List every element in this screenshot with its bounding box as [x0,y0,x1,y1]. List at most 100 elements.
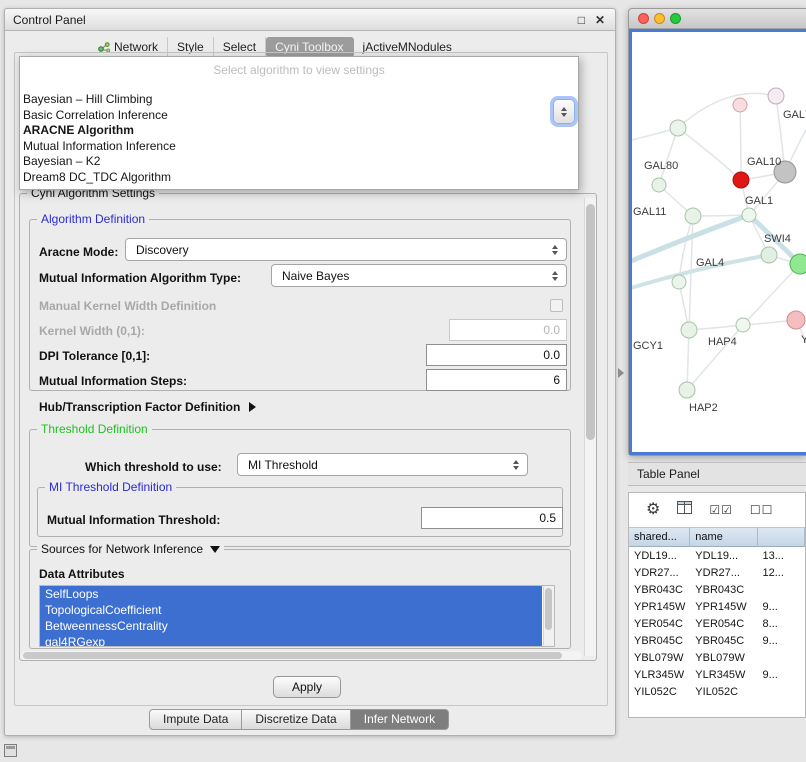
algorithm-option-aracne-algorithm[interactable]: ARACNE Algorithm [20,123,578,139]
network-node[interactable] [672,275,686,289]
aracne-mode-label: Aracne Mode: [39,243,118,261]
window-title: Control Panel [13,13,86,27]
settings-scrollbar[interactable] [584,198,596,656]
table-header-row: shared...name [629,527,805,547]
table-cell: YIL052C [629,686,690,698]
dpi-tolerance-field[interactable]: 0.0 [426,344,567,366]
which-threshold-value: MI Threshold [238,458,508,472]
bottom-tab-infer-network[interactable]: Infer Network [351,709,449,730]
network-node[interactable] [679,382,695,398]
algorithm-option-mutual-information-inference[interactable]: Mutual Information Inference [20,139,578,155]
hub-section-toggle[interactable]: Hub/Transcription Factor Definition [39,400,256,414]
network-node[interactable] [790,254,806,274]
manual-kernel-width-checkbox[interactable] [550,299,563,312]
network-node[interactable] [787,311,805,329]
bottom-tab-impute-data[interactable]: Impute Data [149,709,242,730]
network-edge [687,330,689,390]
mi-threshold-field[interactable]: 0.5 [421,507,563,529]
network-window-titlebar[interactable] [629,9,806,29]
table-row[interactable]: YDL19...YDL19...13... [629,547,805,564]
mi-steps-field[interactable]: 6 [426,369,567,391]
table-row[interactable]: YER054CYER054C8... [629,615,805,632]
network-node[interactable] [670,120,686,136]
close-traffic-light[interactable] [638,13,649,24]
scrollbar-thumb[interactable] [586,204,595,440]
bottom-tab-discretize-data[interactable]: Discretize Data [242,709,350,730]
columns-icon[interactable] [677,501,692,519]
restore-panel-icon[interactable] [4,744,17,757]
table-row[interactable]: YBR045CYBR045C9... [629,632,805,649]
algorithm-dropdown-popup: Select algorithm to view settings Bayesi… [19,56,579,190]
algorithm-combo-button[interactable] [553,99,575,124]
data-attributes-label: Data Attributes [39,565,125,583]
network-canvas[interactable]: GAL80GAL10GAL11GAL1SWI4GAL4GCY1HAP4HAP2G… [629,29,806,455]
table-row[interactable]: YIL052CYIL052C [629,683,805,700]
attributes-scrollbar[interactable] [543,586,554,646]
table-row[interactable]: YBL079WYBL079W [629,649,805,666]
scrollbar-thumb[interactable] [545,588,552,630]
algorithm-option-dream8-dc-tdc-algorithm[interactable]: Dream8 DC_TDC Algorithm [20,170,578,186]
deselect-all-rows-icon[interactable]: ☐☐ [750,503,774,517]
mi-threshold-value: 0.5 [539,511,556,525]
network-node[interactable] [733,98,747,112]
gear-icon[interactable]: ⚙ [646,502,660,518]
network-node[interactable] [736,318,750,332]
aracne-mode-value: Discovery [126,243,547,257]
table-row[interactable]: YBR043CYBR043C [629,581,805,598]
kernel-width-value: 0.0 [543,323,560,337]
table-panel-title: Table Panel [637,467,700,481]
mi-algorithm-type-label: Mutual Information Algorithm Type: [39,269,241,287]
table-cell: YBR043C [690,584,757,596]
table-cell: YDL19... [629,550,690,562]
column-header-shared[interactable]: shared... [629,527,690,547]
apply-button[interactable]: Apply [273,676,341,698]
attribute-item-betweennesscentrality[interactable]: BetweennessCentrality [40,618,542,634]
table-row[interactable]: YPR145WYPR145W9... [629,598,805,615]
dpi-tolerance-label: DPI Tolerance [0,1]: [39,347,150,365]
attribute-item-topologicalcoefficient[interactable]: TopologicalCoefficient [40,602,542,618]
which-threshold-label: Which threshold to use: [85,458,222,476]
algorithm-option-bayesian-hill-climbing[interactable]: Bayesian – Hill Climbing [20,92,578,108]
network-node[interactable] [652,178,666,192]
network-node[interactable] [742,208,756,222]
network-node[interactable] [733,172,749,188]
network-node[interactable] [681,322,697,338]
attribute-item-gal4rgexp[interactable]: gal4RGexp [40,634,542,647]
zoom-traffic-light[interactable] [670,13,681,24]
network-node[interactable] [685,208,701,224]
table-cell: 12... [758,567,805,579]
panel-splitter-handle[interactable] [618,368,624,378]
select-all-rows-icon[interactable]: ☑☑ [709,503,733,517]
aracne-mode-select[interactable]: Discovery [125,238,567,261]
sources-group-title[interactable]: Sources for Network Inference [37,543,224,555]
table-body: YDL19...YDL19...13...YDR27...YDR27...12.… [629,547,805,717]
table-row[interactable]: YDR27...YDR27...12... [629,564,805,581]
hscrollbar-thumb[interactable] [23,652,562,659]
table-cell: 13... [758,550,805,562]
minimize-traffic-light[interactable] [654,13,665,24]
control-panel-titlebar[interactable]: Control Panel □ ✕ [5,9,615,31]
network-node[interactable] [761,247,777,263]
apply-button-label: Apply [292,680,322,694]
which-threshold-select[interactable]: MI Threshold [237,453,528,476]
close-window-icon[interactable]: ✕ [595,12,605,28]
table-cell: YBR043C [629,584,690,596]
column-header-name[interactable]: name [690,527,757,547]
bottom-tabs: Impute DataDiscretize DataInfer Network [149,709,449,730]
float-window-icon[interactable]: □ [578,12,585,28]
table-panel-titlebar[interactable]: Table Panel [628,462,806,486]
network-node[interactable] [768,88,784,104]
data-attributes-listbox[interactable]: SelfLoopsTopologicalCoefficientBetweenne… [39,585,555,647]
table-row[interactable]: YLR345WYLR345W9... [629,666,805,683]
kernel-width-field: 0.0 [449,319,567,341]
algorithm-options-list: Bayesian – Hill ClimbingBasic Correlatio… [20,92,578,185]
settings-hscrollbar[interactable] [21,651,582,660]
column-header-col2[interactable] [758,527,805,547]
attribute-item-selfloops[interactable]: SelfLoops [40,586,542,602]
mi-algorithm-type-select[interactable]: Naive Bayes [271,264,567,287]
algorithm-option-bayesian-k2[interactable]: Bayesian – K2 [20,154,578,170]
popup-spacer [20,79,578,92]
algorithm-placeholder: Select algorithm to view settings [20,62,578,79]
traffic-lights [638,13,681,24]
algorithm-option-basic-correlation-inference[interactable]: Basic Correlation Inference [20,108,578,124]
